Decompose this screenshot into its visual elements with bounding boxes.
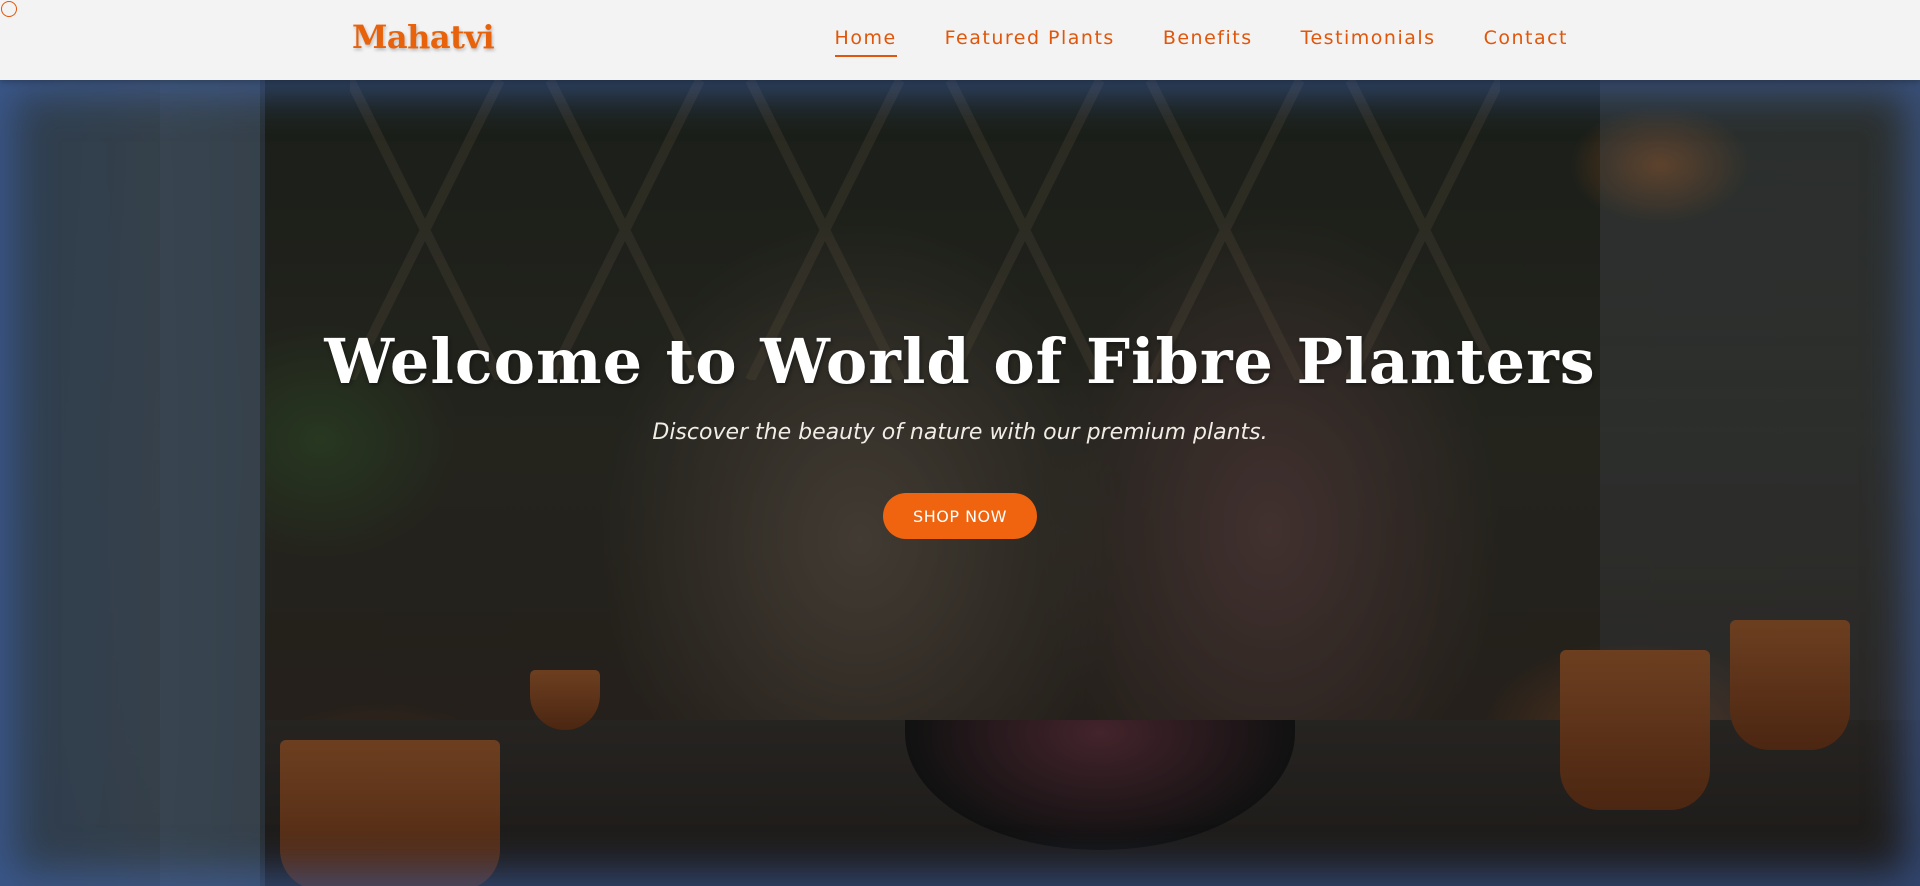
- nav-contact[interactable]: Contact: [1484, 27, 1568, 57]
- nav-testimonials[interactable]: Testimonials: [1301, 27, 1436, 57]
- hero-content: Welcome to World of Fibre Planters Disco…: [0, 325, 1920, 539]
- nav-home[interactable]: Home: [834, 27, 897, 57]
- hero-subtitle: Discover the beauty of nature with our p…: [652, 420, 1268, 445]
- nav-featured-plants[interactable]: Featured Plants: [945, 27, 1115, 57]
- page: Mahatvi Home Featured Plants Benefits Te…: [0, 0, 1920, 886]
- logo[interactable]: Mahatvi: [352, 18, 495, 56]
- hero-section: Welcome to World of Fibre Planters Disco…: [0, 80, 1920, 886]
- main-nav: Home Featured Plants Benefits Testimonia…: [834, 27, 1568, 57]
- nav-benefits[interactable]: Benefits: [1163, 27, 1253, 57]
- hero-title: Welcome to World of Fibre Planters: [324, 325, 1596, 398]
- shop-now-button[interactable]: SHOP NOW: [883, 493, 1037, 539]
- circle-icon: [1, 1, 17, 17]
- site-header: Mahatvi Home Featured Plants Benefits Te…: [0, 0, 1920, 80]
